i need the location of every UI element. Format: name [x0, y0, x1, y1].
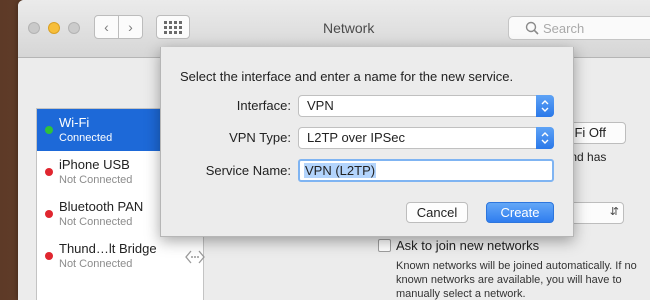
status-dot	[45, 252, 53, 260]
status-dot	[45, 210, 53, 218]
sheet-prompt: Select the interface and enter a name fo…	[180, 69, 514, 84]
service-status: Not Connected	[59, 258, 133, 270]
interface-label: Interface:	[236, 98, 291, 113]
search-placeholder: Search	[543, 20, 585, 36]
service-name: iPhone USB	[59, 157, 130, 172]
interface-value: VPN	[307, 98, 334, 113]
updown-chevron-icon: ⇵	[609, 206, 619, 218]
service-status: Not Connected	[59, 216, 133, 228]
service-item-thunderbolt-bridge[interactable]: Thund…lt Bridge Not Connected	[37, 235, 205, 277]
network-window: ‹ › Network Search Wi-Fi Connected iPhon…	[18, 0, 650, 300]
vpn-type-value: L2TP over IPSec	[307, 130, 406, 145]
back-button[interactable]: ‹	[94, 15, 119, 39]
vpn-type-label: VPN Type:	[229, 130, 291, 145]
service-name: Wi-Fi	[59, 115, 90, 130]
service-name-label: Service Name:	[205, 163, 291, 178]
show-all-button[interactable]	[156, 15, 190, 39]
service-name-input[interactable]: VPN (L2TP)	[298, 159, 554, 182]
search-field[interactable]: Search	[508, 16, 650, 40]
status-dot	[45, 126, 53, 134]
bridge-arrows-icon	[185, 250, 205, 264]
minimize-window-button[interactable]	[48, 22, 60, 34]
ask-to-join-description: Known networks will be joined automatica…	[396, 260, 637, 300]
service-name-value: VPN (L2TP)	[304, 163, 377, 178]
window-title: Network	[323, 20, 375, 36]
cancel-button[interactable]: Cancel	[406, 202, 468, 223]
search-icon	[525, 21, 539, 35]
vpn-type-popup[interactable]: L2TP over IPSec	[298, 127, 554, 149]
ask-to-join-label: Ask to join new networks	[396, 238, 540, 253]
service-status: Not Connected	[59, 174, 133, 186]
service-name: Thund…lt Bridge	[59, 241, 157, 256]
new-service-sheet: Select the interface and enter a name fo…	[160, 47, 574, 237]
updown-chevron-icon	[536, 95, 554, 117]
interface-popup[interactable]: VPN	[298, 95, 554, 117]
service-status: Connected	[59, 132, 113, 144]
chevron-left-icon: ‹	[104, 19, 109, 35]
service-name: Bluetooth PAN	[59, 199, 144, 214]
forward-button[interactable]: ›	[118, 15, 143, 39]
updown-chevron-icon	[536, 127, 554, 149]
close-window-button[interactable]	[28, 22, 40, 34]
create-button[interactable]: Create	[486, 202, 554, 223]
status-dot	[45, 168, 53, 176]
chevron-right-icon: ›	[128, 19, 133, 35]
maximize-window-button[interactable]	[68, 22, 80, 34]
ask-to-join-checkbox[interactable]	[378, 239, 391, 252]
